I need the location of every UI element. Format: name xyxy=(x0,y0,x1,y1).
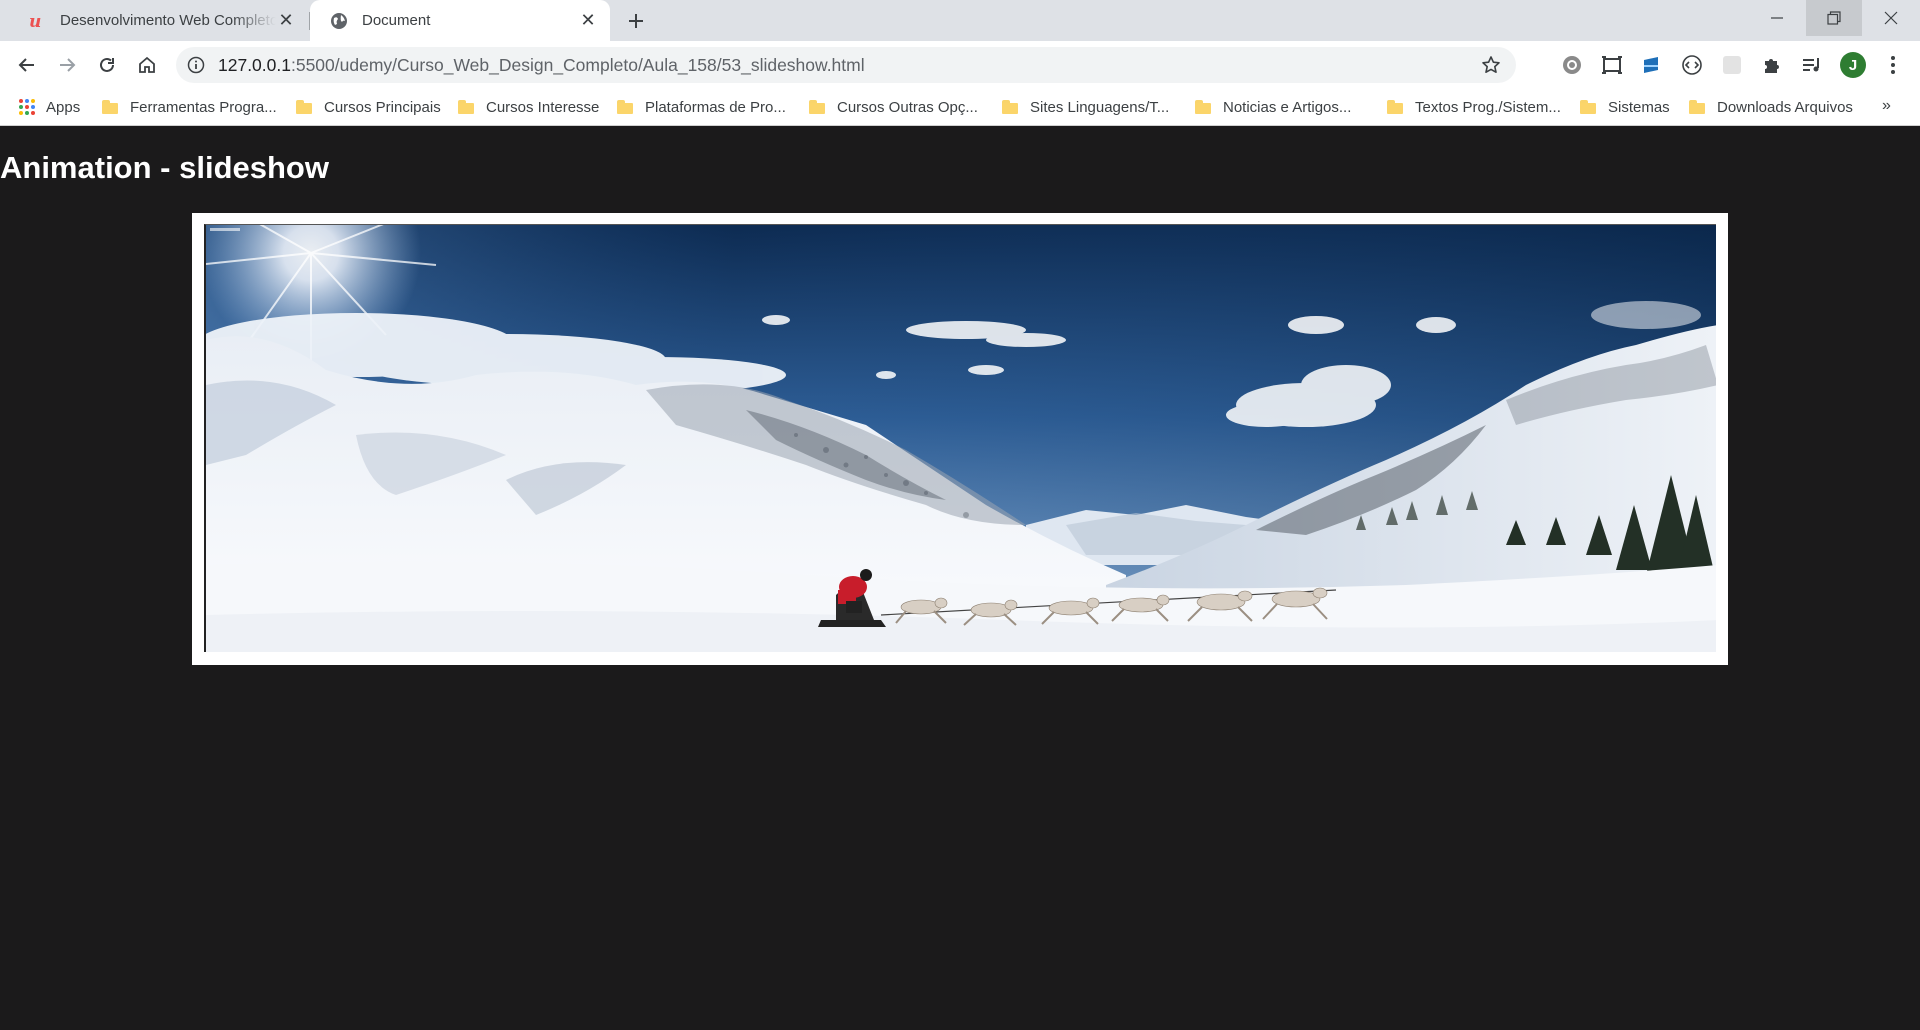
bookmark-label: Noticias e Artigos... xyxy=(1223,98,1352,116)
folder-icon xyxy=(1580,100,1596,114)
tab-document[interactable]: Document ✕ xyxy=(310,0,610,41)
bookmark-label: Sites Linguagens/T... xyxy=(1030,98,1170,116)
bookmark-label: Downloads Arquivos xyxy=(1717,98,1853,116)
bookmark-label: Cursos Interesse xyxy=(486,98,600,116)
extension-code-icon[interactable] xyxy=(1680,53,1704,77)
folder-icon xyxy=(617,100,633,114)
browser-toolbar: 127.0.0.1:5500/udemy/Curso_Web_Design_Co… xyxy=(0,41,1920,89)
bookmarks-overflow-button[interactable]: » xyxy=(1882,97,1891,115)
tab-title: Document xyxy=(362,12,431,29)
profile-avatar[interactable]: J xyxy=(1840,52,1866,78)
bookmark-label: Sistemas xyxy=(1608,98,1670,116)
tab-strip: u Desenvolvimento Web Completo ✕ Documen… xyxy=(0,0,1920,41)
folder-icon xyxy=(1002,100,1018,114)
extension-screenshot-icon[interactable] xyxy=(1600,53,1624,77)
url-path: :5500/udemy/Curso_Web_Design_Completo/Au… xyxy=(290,55,865,75)
bookmark-label: Textos Prog./Sistem... xyxy=(1415,98,1561,116)
reload-icon xyxy=(100,57,114,72)
extension-grey-icon[interactable] xyxy=(1720,53,1744,77)
browser-menu-icon[interactable] xyxy=(1883,53,1903,77)
extension-blue-icon[interactable] xyxy=(1640,53,1664,77)
bookmark-folder[interactable]: Cursos Interesse xyxy=(458,96,599,118)
tab-close-icon[interactable]: ✕ xyxy=(578,10,598,31)
extensions-puzzle-icon[interactable] xyxy=(1760,53,1784,77)
bookmark-folder[interactable]: Sistemas xyxy=(1580,96,1670,118)
bookmark-folder[interactable]: Noticias e Artigos... xyxy=(1195,96,1351,118)
restore-button[interactable] xyxy=(1806,0,1862,36)
bookmark-label: Cursos Principais xyxy=(324,98,441,116)
extension-gear-icon[interactable] xyxy=(1560,53,1584,77)
bookmark-label: Plataformas de Pro... xyxy=(645,98,786,116)
bookmark-folder[interactable]: Downloads Arquivos xyxy=(1689,96,1853,118)
back-arrow-icon xyxy=(18,58,34,72)
bookmark-label: Apps xyxy=(46,98,81,116)
url-host: 127.0.0.1 xyxy=(218,55,291,75)
back-button[interactable] xyxy=(13,51,41,79)
folder-icon xyxy=(102,100,118,114)
media-queue-icon[interactable] xyxy=(1800,53,1824,77)
folder-icon xyxy=(1387,100,1403,114)
bookmark-folder[interactable]: Textos Prog./Sistem... xyxy=(1387,96,1561,118)
bookmark-folder[interactable]: Sites Linguagens/T... xyxy=(1002,96,1169,118)
tab-udemy[interactable]: u Desenvolvimento Web Completo ✕ xyxy=(8,0,308,41)
forward-arrow-icon xyxy=(60,58,76,72)
snowy-mountain-dog-sled-photo xyxy=(206,225,1716,652)
reload-button[interactable] xyxy=(93,51,121,79)
folder-icon xyxy=(1195,100,1211,114)
forward-button[interactable] xyxy=(53,51,81,79)
bookmark-folder[interactable]: Ferramentas Progra... xyxy=(102,96,277,118)
bookmarks-bar: Apps Ferramentas Progra... Cursos Princi… xyxy=(0,89,1920,126)
minimize-button[interactable] xyxy=(1749,0,1805,36)
new-tab-button[interactable] xyxy=(622,8,650,34)
url-text: 127.0.0.1:5500/udemy/Curso_Web_Design_Co… xyxy=(218,55,865,76)
bookmark-folder[interactable]: Cursos Outras Opç... xyxy=(809,96,978,118)
bookmark-folder[interactable]: Plataformas de Pro... xyxy=(617,96,786,118)
page-title: Animation - slideshow xyxy=(0,150,329,185)
slideshow-image xyxy=(204,224,1716,652)
site-info-icon[interactable] xyxy=(186,55,206,75)
close-window-button[interactable] xyxy=(1863,0,1919,36)
globe-icon xyxy=(330,12,348,30)
tab-title: Desenvolvimento Web Completo xyxy=(60,12,276,29)
bookmark-folder[interactable]: Cursos Principais xyxy=(296,96,441,118)
bookmark-label: Cursos Outras Opç... xyxy=(837,98,978,116)
folder-icon xyxy=(458,100,474,114)
svg-text:u: u xyxy=(29,12,41,30)
address-bar[interactable]: 127.0.0.1:5500/udemy/Curso_Web_Design_Co… xyxy=(176,47,1516,83)
slideshow-frame xyxy=(192,213,1728,665)
udemy-icon: u xyxy=(28,12,46,30)
folder-icon xyxy=(809,100,825,114)
apps-grid-icon xyxy=(18,98,36,116)
home-button[interactable] xyxy=(133,51,161,79)
bookmark-label: Ferramentas Progra... xyxy=(130,98,277,116)
folder-icon xyxy=(1689,100,1705,114)
tab-close-icon[interactable]: ✕ xyxy=(276,10,296,31)
home-icon xyxy=(139,56,155,73)
folder-icon xyxy=(296,100,312,114)
bookmark-apps[interactable]: Apps xyxy=(18,96,80,118)
bookmark-star-icon[interactable] xyxy=(1480,54,1502,76)
